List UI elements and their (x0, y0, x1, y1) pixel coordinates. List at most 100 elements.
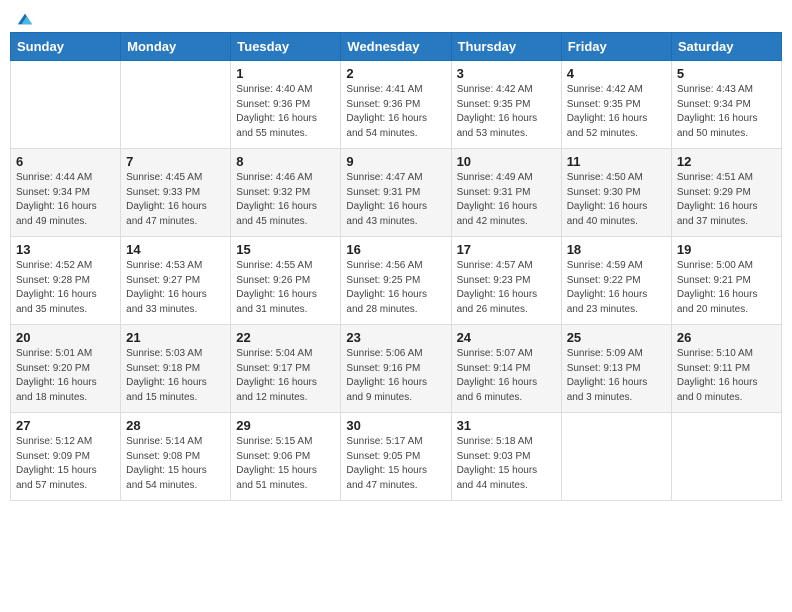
day-number: 11 (567, 154, 666, 169)
calendar-cell (671, 413, 781, 501)
day-info: Sunrise: 5:12 AMSunset: 9:09 PMDaylight:… (16, 435, 115, 493)
day-number: 15 (236, 242, 335, 257)
day-info: Sunrise: 4:50 AMSunset: 9:30 PMDaylight:… (567, 171, 666, 229)
day-number: 24 (457, 330, 556, 345)
day-number: 16 (346, 242, 445, 257)
calendar-week-row: 27Sunrise: 5:12 AMSunset: 9:09 PMDayligh… (11, 413, 782, 501)
day-info: Sunrise: 4:59 AMSunset: 9:22 PMDaylight:… (567, 259, 666, 317)
day-number: 14 (126, 242, 225, 257)
day-number: 10 (457, 154, 556, 169)
calendar-cell: 19Sunrise: 5:00 AMSunset: 9:21 PMDayligh… (671, 237, 781, 325)
calendar-cell: 25 Sunrise: 5:09 AMSunset: 9:13 PMDayligh… (561, 325, 671, 413)
calendar-week-row: 6 Sunrise: 4:44 AMSunset: 9:34 PMDaylight… (11, 149, 782, 237)
logo-icon (16, 10, 34, 28)
day-number: 28 (126, 418, 225, 433)
calendar-cell: 28Sunrise: 5:14 AMSunset: 9:08 PMDayligh… (121, 413, 231, 501)
day-info: Sunrise: 4:41 AMSunset: 9:36 PMDaylight:… (346, 83, 445, 141)
day-number: 29 (236, 418, 335, 433)
day-info: Sunrise: 4:44 AMSunset: 9:34 PMDaylight:… (16, 171, 115, 229)
calendar-cell (561, 413, 671, 501)
calendar-cell: 18Sunrise: 4:59 AMSunset: 9:22 PMDayligh… (561, 237, 671, 325)
day-info: Sunrise: 4:40 AMSunset: 9:36 PMDaylight:… (236, 83, 335, 141)
day-info: Sunrise: 5:01 AMSunset: 9:20 PMDaylight:… (16, 347, 115, 405)
calendar-cell: 1 Sunrise: 4:40 AMSunset: 9:36 PMDaylight… (231, 61, 341, 149)
day-number: 19 (677, 242, 776, 257)
calendar-table: SundayMondayTuesdayWednesdayThursdayFrid… (10, 32, 782, 501)
calendar-cell: 30 Sunrise: 5:17 AMSunset: 9:05 PMDayligh… (341, 413, 451, 501)
day-info: Sunrise: 4:51 AMSunset: 9:29 PMDaylight:… (677, 171, 776, 229)
calendar-cell: 16 Sunrise: 4:56 AMSunset: 9:25 PMDayligh… (341, 237, 451, 325)
day-number: 31 (457, 418, 556, 433)
calendar-cell: 7 Sunrise: 4:45 AMSunset: 9:33 PMDaylight… (121, 149, 231, 237)
calendar-header-row: SundayMondayTuesdayWednesdayThursdayFrid… (11, 33, 782, 61)
day-info: Sunrise: 4:53 AMSunset: 9:27 PMDaylight:… (126, 259, 225, 317)
day-header-tuesday: Tuesday (231, 33, 341, 61)
logo (14, 10, 34, 24)
day-number: 3 (457, 66, 556, 81)
calendar-cell: 24 Sunrise: 5:07 AMSunset: 9:14 PMDayligh… (451, 325, 561, 413)
day-info: Sunrise: 4:56 AMSunset: 9:25 PMDaylight:… (346, 259, 445, 317)
day-info: Sunrise: 4:47 AMSunset: 9:31 PMDaylight:… (346, 171, 445, 229)
calendar-cell: 22Sunrise: 5:04 AMSunset: 9:17 PMDayligh… (231, 325, 341, 413)
calendar-cell: 29 Sunrise: 5:15 AMSunset: 9:06 PMDayligh… (231, 413, 341, 501)
day-info: Sunrise: 5:18 AMSunset: 9:03 PMDaylight:… (457, 435, 556, 493)
day-number: 8 (236, 154, 335, 169)
calendar-cell: 13 Sunrise: 4:52 AMSunset: 9:28 PMDayligh… (11, 237, 121, 325)
day-number: 17 (457, 242, 556, 257)
calendar-cell (11, 61, 121, 149)
day-header-friday: Friday (561, 33, 671, 61)
day-number: 30 (346, 418, 445, 433)
day-info: Sunrise: 4:45 AMSunset: 9:33 PMDaylight:… (126, 171, 225, 229)
day-info: Sunrise: 4:46 AMSunset: 9:32 PMDaylight:… (236, 171, 335, 229)
calendar-cell: 21Sunrise: 5:03 AMSunset: 9:18 PMDayligh… (121, 325, 231, 413)
calendar-cell: 17 Sunrise: 4:57 AMSunset: 9:23 PMDayligh… (451, 237, 561, 325)
calendar-cell (121, 61, 231, 149)
calendar-cell: 8 Sunrise: 4:46 AMSunset: 9:32 PMDaylight… (231, 149, 341, 237)
day-info: Sunrise: 5:06 AMSunset: 9:16 PMDaylight:… (346, 347, 445, 405)
calendar-cell: 3 Sunrise: 4:42 AMSunset: 9:35 PMDaylight… (451, 61, 561, 149)
day-number: 12 (677, 154, 776, 169)
calendar-cell: 20 Sunrise: 5:01 AMSunset: 9:20 PMDayligh… (11, 325, 121, 413)
day-info: Sunrise: 4:52 AMSunset: 9:28 PMDaylight:… (16, 259, 115, 317)
day-number: 23 (346, 330, 445, 345)
page-header (10, 10, 782, 24)
calendar-cell: 31 Sunrise: 5:18 AMSunset: 9:03 PMDayligh… (451, 413, 561, 501)
day-info: Sunrise: 4:49 AMSunset: 9:31 PMDaylight:… (457, 171, 556, 229)
day-info: Sunrise: 4:57 AMSunset: 9:23 PMDaylight:… (457, 259, 556, 317)
day-header-thursday: Thursday (451, 33, 561, 61)
calendar-cell: 5Sunrise: 4:43 AMSunset: 9:34 PMDaylight… (671, 61, 781, 149)
day-info: Sunrise: 5:03 AMSunset: 9:18 PMDaylight:… (126, 347, 225, 405)
day-number: 20 (16, 330, 115, 345)
calendar-cell: 9 Sunrise: 4:47 AMSunset: 9:31 PMDaylight… (341, 149, 451, 237)
day-info: Sunrise: 5:04 AMSunset: 9:17 PMDaylight:… (236, 347, 335, 405)
calendar-cell: 11 Sunrise: 4:50 AMSunset: 9:30 PMDayligh… (561, 149, 671, 237)
calendar-cell: 15Sunrise: 4:55 AMSunset: 9:26 PMDayligh… (231, 237, 341, 325)
calendar-week-row: 20 Sunrise: 5:01 AMSunset: 9:20 PMDayligh… (11, 325, 782, 413)
day-info: Sunrise: 5:17 AMSunset: 9:05 PMDaylight:… (346, 435, 445, 493)
day-number: 1 (236, 66, 335, 81)
day-number: 9 (346, 154, 445, 169)
calendar-cell: 12 Sunrise: 4:51 AMSunset: 9:29 PMDayligh… (671, 149, 781, 237)
calendar-cell: 6 Sunrise: 4:44 AMSunset: 9:34 PMDaylight… (11, 149, 121, 237)
day-info: Sunrise: 5:15 AMSunset: 9:06 PMDaylight:… (236, 435, 335, 493)
day-header-monday: Monday (121, 33, 231, 61)
calendar-week-row: 13 Sunrise: 4:52 AMSunset: 9:28 PMDayligh… (11, 237, 782, 325)
day-number: 7 (126, 154, 225, 169)
day-number: 4 (567, 66, 666, 81)
calendar-cell: 4 Sunrise: 4:42 AMSunset: 9:35 PMDaylight… (561, 61, 671, 149)
calendar-cell: 26Sunrise: 5:10 AMSunset: 9:11 PMDayligh… (671, 325, 781, 413)
day-number: 25 (567, 330, 666, 345)
day-info: Sunrise: 5:09 AMSunset: 9:13 PMDaylight:… (567, 347, 666, 405)
calendar-cell: 2 Sunrise: 4:41 AMSunset: 9:36 PMDaylight… (341, 61, 451, 149)
day-info: Sunrise: 4:42 AMSunset: 9:35 PMDaylight:… (457, 83, 556, 141)
day-info: Sunrise: 5:07 AMSunset: 9:14 PMDaylight:… (457, 347, 556, 405)
day-info: Sunrise: 4:42 AMSunset: 9:35 PMDaylight:… (567, 83, 666, 141)
day-number: 2 (346, 66, 445, 81)
day-number: 26 (677, 330, 776, 345)
day-number: 13 (16, 242, 115, 257)
calendar-cell: 23 Sunrise: 5:06 AMSunset: 9:16 PMDayligh… (341, 325, 451, 413)
day-number: 6 (16, 154, 115, 169)
calendar-week-row: 1 Sunrise: 4:40 AMSunset: 9:36 PMDaylight… (11, 61, 782, 149)
calendar-cell: 27Sunrise: 5:12 AMSunset: 9:09 PMDayligh… (11, 413, 121, 501)
day-header-sunday: Sunday (11, 33, 121, 61)
